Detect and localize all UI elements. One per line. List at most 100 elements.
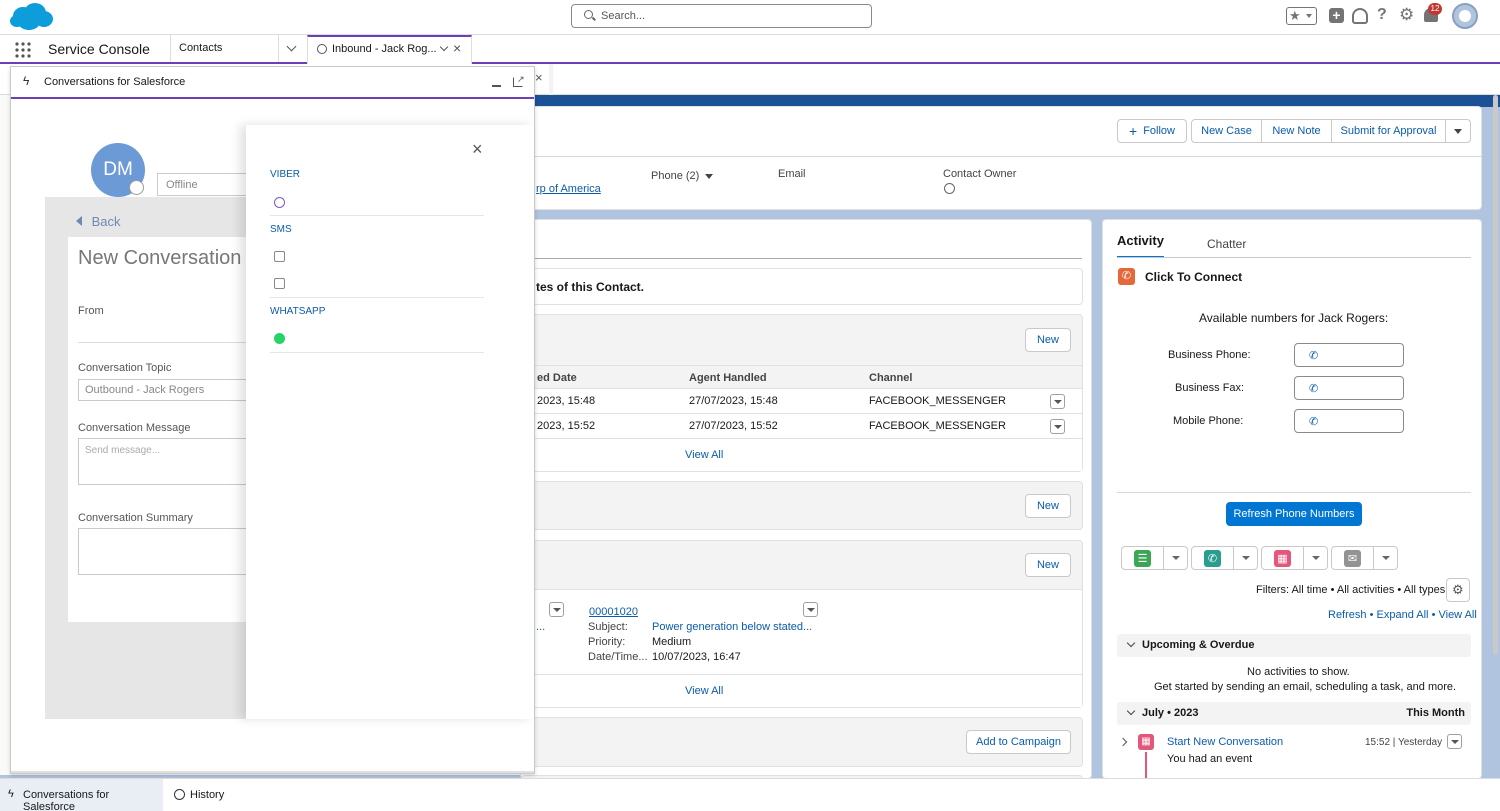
call-icon: ✆ <box>1204 550 1221 567</box>
app-launcher-icon[interactable] <box>15 42 31 58</box>
chevron-down-icon[interactable] <box>1163 547 1187 569</box>
subject-label: Subject: <box>588 621 628 633</box>
viber-icon[interactable] <box>274 197 285 208</box>
list-footer: View All <box>522 439 1082 471</box>
chevron-down-icon[interactable] <box>439 42 449 52</box>
month-section-header[interactable]: July • 2023 This Month <box>1117 702 1471 725</box>
expand-all-link[interactable]: Expand All <box>1377 609 1429 621</box>
summary-input[interactable] <box>78 528 247 575</box>
star-icon: ★ <box>1289 8 1301 23</box>
column-header-date[interactable]: ed Date <box>537 372 577 384</box>
calendar-icon: ▦ <box>1274 550 1291 567</box>
row-agent: 27/07/2023, 15:52 <box>689 420 778 432</box>
chevron-down-icon <box>1306 14 1312 18</box>
new-case-button[interactable]: New Case <box>1191 119 1262 143</box>
utility-label: History <box>190 789 225 801</box>
favorites-button[interactable]: ★ <box>1286 7 1317 25</box>
new-conversation-button[interactable]: New <box>1025 328 1071 352</box>
subtab-close-icon[interactable]: × <box>535 70 543 85</box>
nav-item-contacts[interactable]: Contacts <box>170 35 278 62</box>
new-note-button[interactable]: New Note <box>1261 119 1332 143</box>
refresh-phone-numbers-button[interactable]: Refresh Phone Numbers <box>1226 502 1362 526</box>
view-all-link[interactable]: View All <box>685 685 723 697</box>
table-row: 2023, 15:52 27/07/2023, 15:52 FACEBOOK_M… <box>522 414 1082 439</box>
tab-chatter[interactable]: Chatter <box>1207 237 1246 251</box>
new-task-button[interactable]: ☰ <box>1121 546 1188 570</box>
workspace-tab-inbound[interactable]: Inbound - Jack Rog... × <box>307 35 472 64</box>
email-button[interactable]: ✉ <box>1331 546 1398 570</box>
row-actions-dropdown[interactable] <box>1050 419 1065 434</box>
new-button[interactable]: New <box>1025 494 1071 518</box>
row-actions-dropdown[interactable] <box>1050 394 1065 409</box>
new-label: New <box>1036 559 1059 571</box>
record-header: + Follow New Case New Note Submit for Ap… <box>520 106 1482 210</box>
popout-arrow: ↗ <box>517 74 525 84</box>
available-numbers-heading: Available numbers for Jack Rogers: <box>1199 311 1389 325</box>
submit-approval-button[interactable]: Submit for Approval <box>1331 119 1446 143</box>
event-description: You had an event <box>1167 753 1253 765</box>
topic-input[interactable]: Outbound - Jack Rogers <box>78 379 247 401</box>
case-actions-dropdown[interactable] <box>803 602 818 617</box>
message-input[interactable]: Send message... <box>78 438 247 485</box>
channel-heading-whatsapp: WHATSAPP <box>270 306 326 317</box>
minimize-icon[interactable] <box>492 85 501 87</box>
salesforce-logo[interactable] <box>8 2 54 32</box>
phone-field-header[interactable]: Phone (2) <box>651 170 714 182</box>
account-link[interactable]: rp of America <box>536 183 601 195</box>
global-actions-icon[interactable]: + <box>1329 8 1344 23</box>
chevron-down-icon[interactable] <box>1303 547 1327 569</box>
chevron-down-icon[interactable] <box>1233 547 1257 569</box>
refresh-link[interactable]: Refresh <box>1328 609 1367 621</box>
tab-activity[interactable]: Activity <box>1117 233 1164 258</box>
cases-tiles: ... 00001020 Subject: Power generation b… <box>522 589 1082 675</box>
status-select[interactable]: Offline <box>157 173 257 196</box>
new-label: New <box>1036 500 1059 512</box>
phone-icon: ✆ <box>1309 383 1319 395</box>
new-case-related-button[interactable]: New <box>1025 553 1071 577</box>
filter-settings-button[interactable]: ⚙ <box>1446 578 1470 602</box>
case-link-partial[interactable]: ... <box>536 621 545 633</box>
help-icon[interactable]: ? <box>1377 6 1387 24</box>
case-number-link[interactable]: 00001020 <box>589 606 638 618</box>
column-header-channel[interactable]: Channel <box>869 372 912 384</box>
utility-item-history[interactable]: History <box>168 779 258 811</box>
mobile-phone-field[interactable]: ✆ <box>1294 409 1404 433</box>
business-fax-field[interactable]: ✆ <box>1294 376 1404 400</box>
row-channel: FACEBOOK_MESSENGER <box>869 420 1006 432</box>
case-actions-dropdown[interactable] <box>549 602 564 617</box>
whatsapp-icon[interactable] <box>274 333 285 344</box>
back-link[interactable]: Back <box>76 214 121 229</box>
phone-icon: ✆ <box>1309 416 1319 428</box>
utility-item-conversations[interactable]: ϟ Conversations for Salesforce <box>0 779 163 811</box>
nav-menu-chevron[interactable] <box>278 35 306 62</box>
owner-avatar-icon[interactable] <box>944 183 955 194</box>
follow-button[interactable]: + Follow <box>1117 119 1187 143</box>
business-phone-field[interactable]: ✆ <box>1294 343 1404 367</box>
event-title-link[interactable]: Start New Conversation <box>1167 736 1283 748</box>
global-search[interactable]: Search... <box>571 4 872 28</box>
subject-value[interactable]: Power generation below stated... <box>652 621 812 633</box>
page-scrollbar[interactable] <box>1493 95 1498 655</box>
new-event-button[interactable]: ▦ <box>1261 546 1328 570</box>
user-avatar[interactable] <box>1452 3 1478 29</box>
upcoming-section-header[interactable]: Upcoming & Overdue <box>1117 634 1471 657</box>
trailhead-icon[interactable] <box>1352 8 1368 24</box>
sms-icon[interactable] <box>274 251 285 262</box>
close-icon[interactable]: × <box>472 139 483 160</box>
view-all-link[interactable]: View All <box>1438 609 1476 621</box>
new-case-label: New Case <box>1201 125 1252 137</box>
chevron-down-icon[interactable] <box>1373 547 1397 569</box>
log-call-button[interactable]: ✆ <box>1191 546 1258 570</box>
sms-icon[interactable] <box>274 278 285 289</box>
more-actions-button[interactable] <box>1445 119 1471 143</box>
view-all-link[interactable]: View All <box>685 449 723 461</box>
event-actions-dropdown[interactable] <box>1447 734 1462 749</box>
lightning-icon: ϟ <box>23 74 30 88</box>
add-to-campaign-button[interactable]: Add to Campaign <box>966 730 1071 754</box>
close-icon[interactable]: × <box>453 40 461 56</box>
column-header-agent[interactable]: Agent Handled <box>689 372 767 384</box>
chevron-right-icon[interactable] <box>1118 737 1128 747</box>
from-label: From <box>78 305 104 317</box>
back-label: Back <box>91 214 121 229</box>
gear-icon[interactable]: ⚙ <box>1399 5 1414 25</box>
